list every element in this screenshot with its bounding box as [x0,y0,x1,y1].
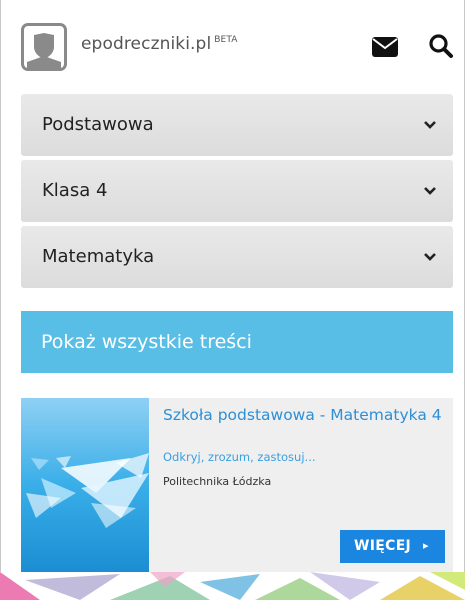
dropdown-label: Matematyka [42,246,155,267]
dropdown-class[interactable]: Klasa 4 [21,160,453,222]
textbook-title-link[interactable]: Szkoła podstawowa - Matematyka 4 [163,407,443,424]
more-button[interactable]: WIĘCEJ ▸ [340,530,445,563]
beta-badge: BETA [214,35,238,46]
dropdown-subject[interactable]: Matematyka [21,226,453,288]
textbook-subtitle: Odkryj, zrozum, zastosuj... [163,450,316,464]
cover-art [21,398,149,572]
dropdown-school-level[interactable]: Podstawowa [21,94,453,156]
triangle-pattern [0,572,465,600]
arrow-right-icon: ▸ [423,539,429,552]
search-icon[interactable] [428,33,454,59]
decorative-banner [0,572,465,600]
show-all-content-button[interactable]: Pokaż wszystkie treści [21,311,453,373]
textbook-cover-image[interactable] [21,398,149,572]
more-button-label: WIĘCEJ [354,538,412,554]
envelope-icon[interactable] [372,37,398,57]
book-shield-icon [27,33,61,68]
dropdown-label: Podstawowa [42,114,154,135]
textbook-publisher: Politechnika Łódzka [163,475,272,488]
chevron-down-icon [424,253,436,261]
logo[interactable] [21,23,67,71]
header: epodreczniki.pl BETA [0,0,465,90]
textbook-card: Szkoła podstawowa - Matematyka 4 Odkryj,… [21,398,453,572]
brand-title[interactable]: epodreczniki.pl BETA [81,34,238,54]
chevron-down-icon [424,187,436,195]
brand-name: epodreczniki.pl [81,34,212,54]
dropdown-label: Klasa 4 [42,180,108,201]
show-all-label: Pokaż wszystkie treści [41,331,252,353]
chevron-down-icon [424,121,436,129]
